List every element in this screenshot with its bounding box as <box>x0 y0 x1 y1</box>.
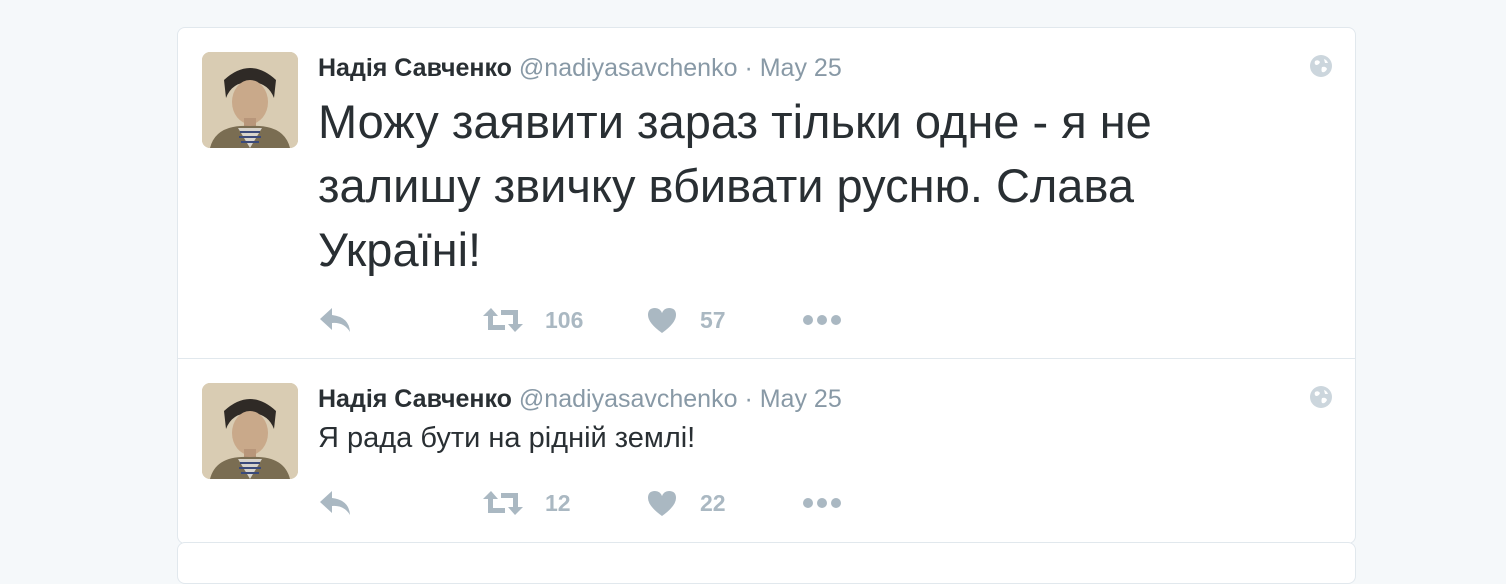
retweet-count: 106 <box>545 306 584 333</box>
display-name[interactable]: Надія Савченко <box>318 54 512 82</box>
user-handle[interactable]: @nadiyasavchenko <box>519 54 738 82</box>
reply-button[interactable] <box>318 300 354 340</box>
like-count: 22 <box>700 489 726 516</box>
globe-icon <box>1309 385 1333 409</box>
display-name[interactable]: Надія Савченко <box>318 385 512 413</box>
tweet[interactable]: Надія Савченко @nadiyasavchenko · May 25… <box>178 359 1355 543</box>
retweet-icon <box>483 306 523 334</box>
reply-button[interactable] <box>318 483 354 523</box>
like-button[interactable]: 57 <box>646 300 726 340</box>
retweet-icon <box>483 489 523 517</box>
tweet-date[interactable]: May 25 <box>760 385 842 413</box>
retweet-count: 12 <box>545 489 571 516</box>
more-button[interactable] <box>802 483 842 523</box>
next-tweet-card <box>177 542 1356 584</box>
tweet-timeline: Надія Савченко @nadiyasavchenko · May 25… <box>177 27 1356 544</box>
reply-icon <box>318 488 354 518</box>
avatar[interactable] <box>202 52 298 148</box>
tweet[interactable]: Надія Савченко @nadiyasavchenko · May 25… <box>178 28 1355 359</box>
user-handle[interactable]: @nadiyasavchenko <box>519 385 738 413</box>
more-icon <box>802 313 842 327</box>
heart-icon <box>646 489 678 517</box>
separator: · <box>744 385 753 413</box>
tweet-header: Надія Савченко @nadiyasavchenko · May 25 <box>318 384 842 414</box>
tweet-text: Я рада бути на рідній землі! <box>318 422 696 454</box>
tweet-actions: 12 22 <box>318 483 918 523</box>
tweet-text: Можу заявити зараз тільки одне - я не за… <box>318 95 1152 276</box>
retweet-button[interactable]: 106 <box>483 300 583 340</box>
more-icon <box>802 496 842 510</box>
retweet-button[interactable]: 12 <box>483 483 571 523</box>
tweet-header: Надія Савченко @nadiyasavchenko · May 25 <box>318 53 842 83</box>
reply-icon <box>318 305 354 335</box>
more-button[interactable] <box>802 300 842 340</box>
like-count: 57 <box>700 306 726 333</box>
heart-icon <box>646 306 678 334</box>
like-button[interactable]: 22 <box>646 483 726 523</box>
tweet-date[interactable]: May 25 <box>760 54 842 82</box>
globe-icon <box>1309 54 1333 78</box>
avatar[interactable] <box>202 383 298 479</box>
separator: · <box>744 54 753 82</box>
tweet-actions: 106 57 <box>318 300 918 340</box>
